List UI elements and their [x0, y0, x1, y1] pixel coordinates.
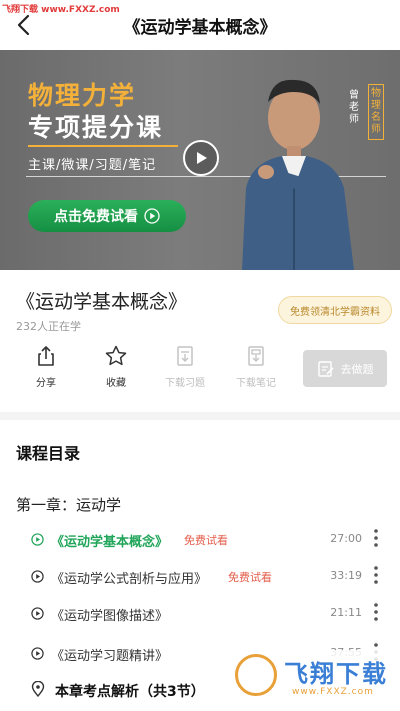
chapter-title[interactable]: 第一章：运动学	[16, 494, 121, 515]
share-icon	[38, 346, 54, 366]
do-exercises-label: 去做题	[340, 362, 374, 376]
section-divider	[0, 412, 400, 420]
promo-button[interactable]: 免费领清北学霸资料	[278, 296, 392, 324]
logo-url-text: www.FXXZ.com	[292, 687, 374, 697]
site-logo-watermark: 飞翔下载 www.FXXZ.com	[232, 650, 394, 706]
lesson-item[interactable]: 《运动学公式剖析与应用》 免费试看 33:19	[0, 563, 400, 591]
play-icon	[197, 152, 207, 164]
share-button[interactable]: 分享	[16, 344, 76, 389]
logo-circle-icon	[235, 654, 277, 696]
download-notes-label: 下载笔记	[236, 378, 276, 389]
course-video-banner[interactable]: 物理力学 专项提分课 主课/微课/习题/笔记 点击免费试看 曾老师 物理名师	[0, 50, 400, 270]
free-trial-button[interactable]: 点击免费试看	[28, 200, 186, 232]
page-title: 《运动学基本概念》	[123, 18, 277, 38]
lesson-duration: 27:00	[330, 532, 362, 545]
course-title: 《运动学基本概念》	[16, 291, 188, 313]
more-vertical-icon[interactable]	[372, 565, 380, 585]
play-circle-icon	[31, 647, 44, 660]
play-circle-icon	[31, 533, 44, 546]
location-pin-icon	[31, 681, 45, 697]
banner-tags: 主课/微课/习题/笔记	[28, 158, 157, 173]
play-circle-icon	[31, 570, 44, 583]
lesson-name: 《运动学图像描述》	[51, 609, 169, 624]
catalog-heading: 课程目录	[16, 444, 81, 463]
site-watermark-text: 飞翔下载 www.FXXZ.com	[2, 5, 120, 15]
more-vertical-icon[interactable]	[372, 528, 380, 548]
lesson-name: 《运动学公式剖析与应用》	[51, 572, 208, 587]
download-notes-button[interactable]: 下载笔记	[226, 344, 286, 389]
play-circle-icon	[144, 208, 160, 224]
lesson-item[interactable]: 《运动学图像描述》 21:11	[0, 600, 400, 628]
learner-count: 232人正在学	[16, 320, 81, 333]
chapter-summary-label: 本章考点解析（共3节）	[55, 684, 205, 700]
edit-document-icon	[317, 360, 334, 377]
banner-title-line1: 物理力学	[28, 81, 137, 110]
free-trial-tag: 免费试看	[184, 534, 228, 547]
logo-brand-text: 飞翔下载	[284, 660, 388, 688]
share-label: 分享	[36, 378, 56, 389]
star-icon	[105, 345, 127, 366]
download-notes-icon	[248, 346, 264, 366]
lesson-name: 《运动学习题精讲》	[51, 649, 169, 664]
download-exercises-label: 下载习题	[165, 378, 205, 389]
lesson-item[interactable]: 《运动学基本概念》 免费试看 27:00	[0, 526, 400, 554]
banner-title-line2: 专项提分课	[28, 113, 164, 142]
teacher-name: 曾老师	[349, 90, 359, 125]
banner-underline	[28, 145, 178, 147]
lesson-duration: 21:11	[330, 606, 362, 619]
teacher-badge: 物理名师	[368, 84, 384, 140]
lesson-name: 《运动学基本概念》	[51, 535, 169, 550]
video-play-button[interactable]	[183, 140, 219, 176]
free-trial-tag: 免费试看	[228, 571, 272, 584]
favorite-label: 收藏	[106, 378, 126, 389]
download-exercises-button[interactable]: 下载习题	[155, 344, 215, 389]
favorite-button[interactable]: 收藏	[86, 344, 146, 389]
download-document-icon	[177, 346, 193, 366]
free-trial-label: 点击免费试看	[54, 209, 138, 225]
more-vertical-icon[interactable]	[372, 602, 380, 622]
lesson-duration: 33:19	[330, 569, 362, 582]
play-circle-icon	[31, 607, 44, 620]
do-exercises-button[interactable]: 去做题	[303, 350, 387, 387]
